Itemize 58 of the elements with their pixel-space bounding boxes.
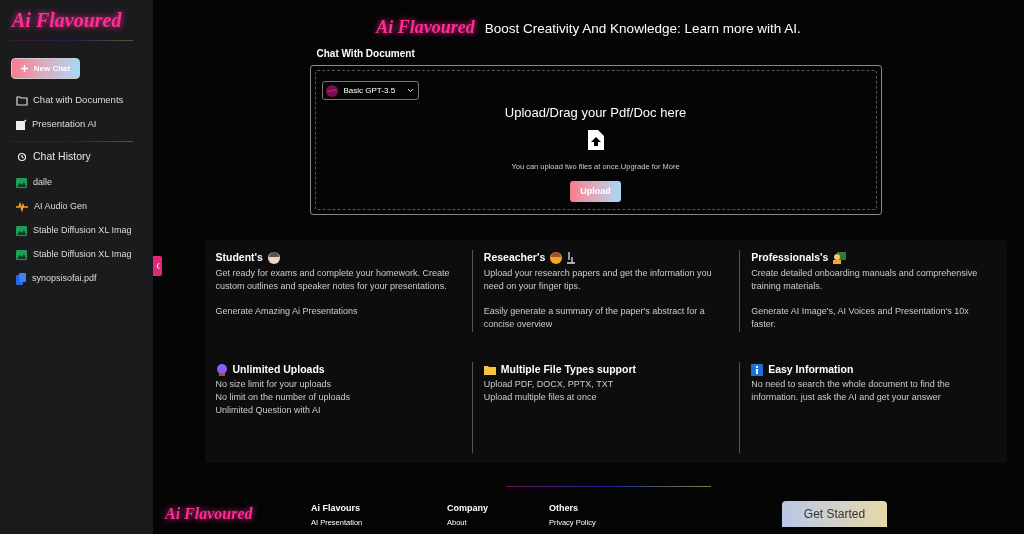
- file-upload-icon: [587, 130, 604, 150]
- feature-title: Student's: [215, 250, 263, 266]
- nav-item[interactable]: Presentation AI: [16, 117, 133, 131]
- folder-icon: [16, 94, 28, 106]
- collapse-button[interactable]: [153, 256, 162, 276]
- crystal-ball-icon: [215, 363, 228, 376]
- face-icon: [267, 252, 280, 264]
- plus-icon: [20, 65, 28, 72]
- feature-text: Upload your research papers and get the information you need on your finger tips.: [483, 267, 713, 293]
- feature-text: No limit on the number of uploads: [215, 390, 352, 404]
- feature-text: Upload multiple files at once: [483, 390, 598, 404]
- feature-title: Professionals's: [751, 250, 829, 266]
- teacher-icon: [833, 252, 847, 264]
- feature-title: Easy Information: [768, 361, 854, 377]
- feature-text: No need to search the whole document to find the information. just ask the AI and get your answer: [751, 377, 951, 404]
- history-item[interactable]: Stable Diffusion XL Imag: [16, 248, 133, 262]
- image-icon: [16, 178, 27, 188]
- section-title: Chat History: [33, 149, 91, 165]
- waveform-icon: [16, 202, 28, 212]
- info-icon: [751, 363, 764, 376]
- face-icon: [550, 252, 563, 264]
- footer-logo: Ai Flavoured: [165, 504, 254, 524]
- image-icon: [16, 226, 27, 236]
- feature-title: Unlimited Uploads: [232, 361, 325, 377]
- footer-heading: Ai Flavours: [311, 502, 361, 515]
- section-title: Chat With Document: [315, 47, 416, 60]
- history-item[interactable]: synopsisofai.pdf: [16, 272, 133, 286]
- upload-heading: Upload/Drag your Pdf/Doc here: [504, 104, 687, 121]
- edit-icon: [16, 118, 27, 130]
- nav-item[interactable]: Chat with Documents: [16, 93, 133, 107]
- footer-heading: Others: [549, 502, 579, 515]
- folder-icon: [483, 364, 496, 375]
- feature-text: Easily generate a summary of the paper's abstract for a concise overview: [483, 305, 706, 331]
- feature-title: Reseacher's: [483, 250, 546, 266]
- history-item[interactable]: AI Audio Gen: [16, 200, 133, 214]
- get-started-button[interactable]: Get Started: [782, 501, 887, 527]
- logo: Ai Flavoured: [376, 16, 475, 39]
- tagline: Boost Creativity And Knowledge: Learn more with AI.: [484, 20, 801, 38]
- feature-text: Upload PDF, DOCX, PPTX, TXT: [483, 377, 615, 391]
- logo: Ai Flavoured: [11, 8, 123, 33]
- history-item[interactable]: Stable Diffusion XL Imag: [16, 224, 133, 238]
- footer-heading: Company: [447, 502, 489, 515]
- history-icon: [17, 152, 27, 162]
- history-item[interactable]: dalle: [16, 176, 133, 190]
- chevron-left-icon: [155, 263, 160, 269]
- feature-text: No size limit for your uploads: [215, 377, 333, 391]
- microscope-icon: [566, 252, 577, 264]
- feature-title: Multiple File Types support: [500, 361, 636, 377]
- model-icon: [325, 84, 338, 97]
- document-icon: [16, 273, 26, 285]
- image-icon: [16, 250, 27, 260]
- feature-text: Generate Amazing Ai Presentations: [215, 305, 359, 318]
- model-select[interactable]: Basic GPT-3.5: [321, 81, 419, 100]
- feature-text: Generate AI Image's, AI Voices and Presentation's 10x faster.: [751, 305, 970, 331]
- feature-text: Create detailed onboarding manuals and comprehensive training materials.: [751, 267, 979, 293]
- feature-text: Unlimited Question with AI: [215, 403, 322, 417]
- chevron-down-icon: [406, 88, 414, 93]
- feature-text: Get ready for exams and complete your homework. Create custom outlines and speaker notes for your presentations.: [215, 267, 451, 293]
